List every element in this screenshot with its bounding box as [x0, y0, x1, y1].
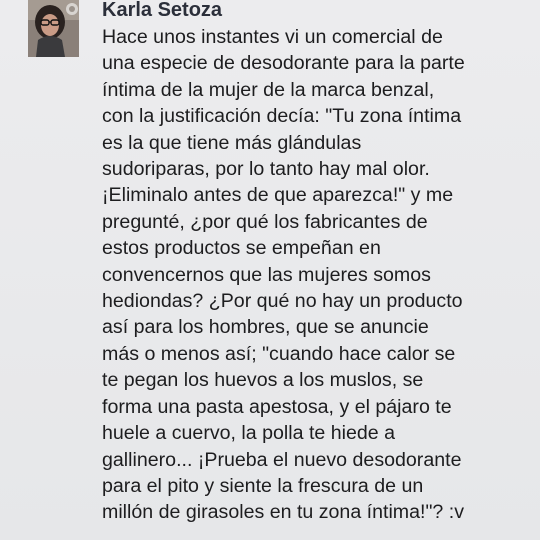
post-text-line: convencernos que las mujeres somos: [102, 263, 431, 286]
post-text-line: más o menos así; "cuando hace calor se: [102, 342, 456, 365]
post-text-line: así para los hombres, que se anuncie: [102, 316, 429, 339]
post-text-line: íntima de la mujer de la marca benzal,: [102, 78, 435, 101]
post-text-line: una especie de desodorante para la parte: [102, 52, 465, 75]
post-text-line: te pegan los huevos a los muslos, se: [102, 369, 424, 392]
post-text-line: estos productos se empeñan en: [102, 237, 381, 260]
profile-photo: [28, 0, 79, 57]
avatar[interactable]: [28, 0, 79, 57]
post-text-line: millón de girasoles en tu zona íntima!"?…: [102, 501, 465, 524]
post-text-line: hediondas? ¿Por qué no hay un producto: [102, 290, 463, 313]
post-text-line: sudoriparas, por lo tanto hay mal olor.: [102, 158, 430, 181]
post-text-line: forma una pasta apestosa, y el pájaro te: [102, 395, 452, 418]
post-text-line: huele a cuervo, la polla te hiede a: [102, 422, 396, 445]
post-text-line: con la justificación decía: "Tu zona ínt…: [102, 105, 462, 128]
post-text-line: gallinero... ¡Prueba el nuevo desodorant…: [102, 448, 462, 471]
post-text-line: pregunté, ¿por qué los fabricantes de: [102, 210, 428, 233]
post-text-line: Hace unos instantes vi un comercial de: [102, 26, 443, 48]
post-body: Hace unos instantes vi un comercial de u…: [102, 24, 538, 526]
post-text-line: es la que tiene más glándulas: [102, 131, 362, 154]
author-name[interactable]: Karla Setoza: [102, 0, 222, 23]
post-text-line: ¡Eliminalo antes de que aparezca!" y me: [102, 184, 454, 207]
post-text-line: para el pito y siente la frescura de un: [102, 474, 424, 497]
post-container: Karla Setoza Hace unos instantes vi un c…: [0, 0, 540, 540]
